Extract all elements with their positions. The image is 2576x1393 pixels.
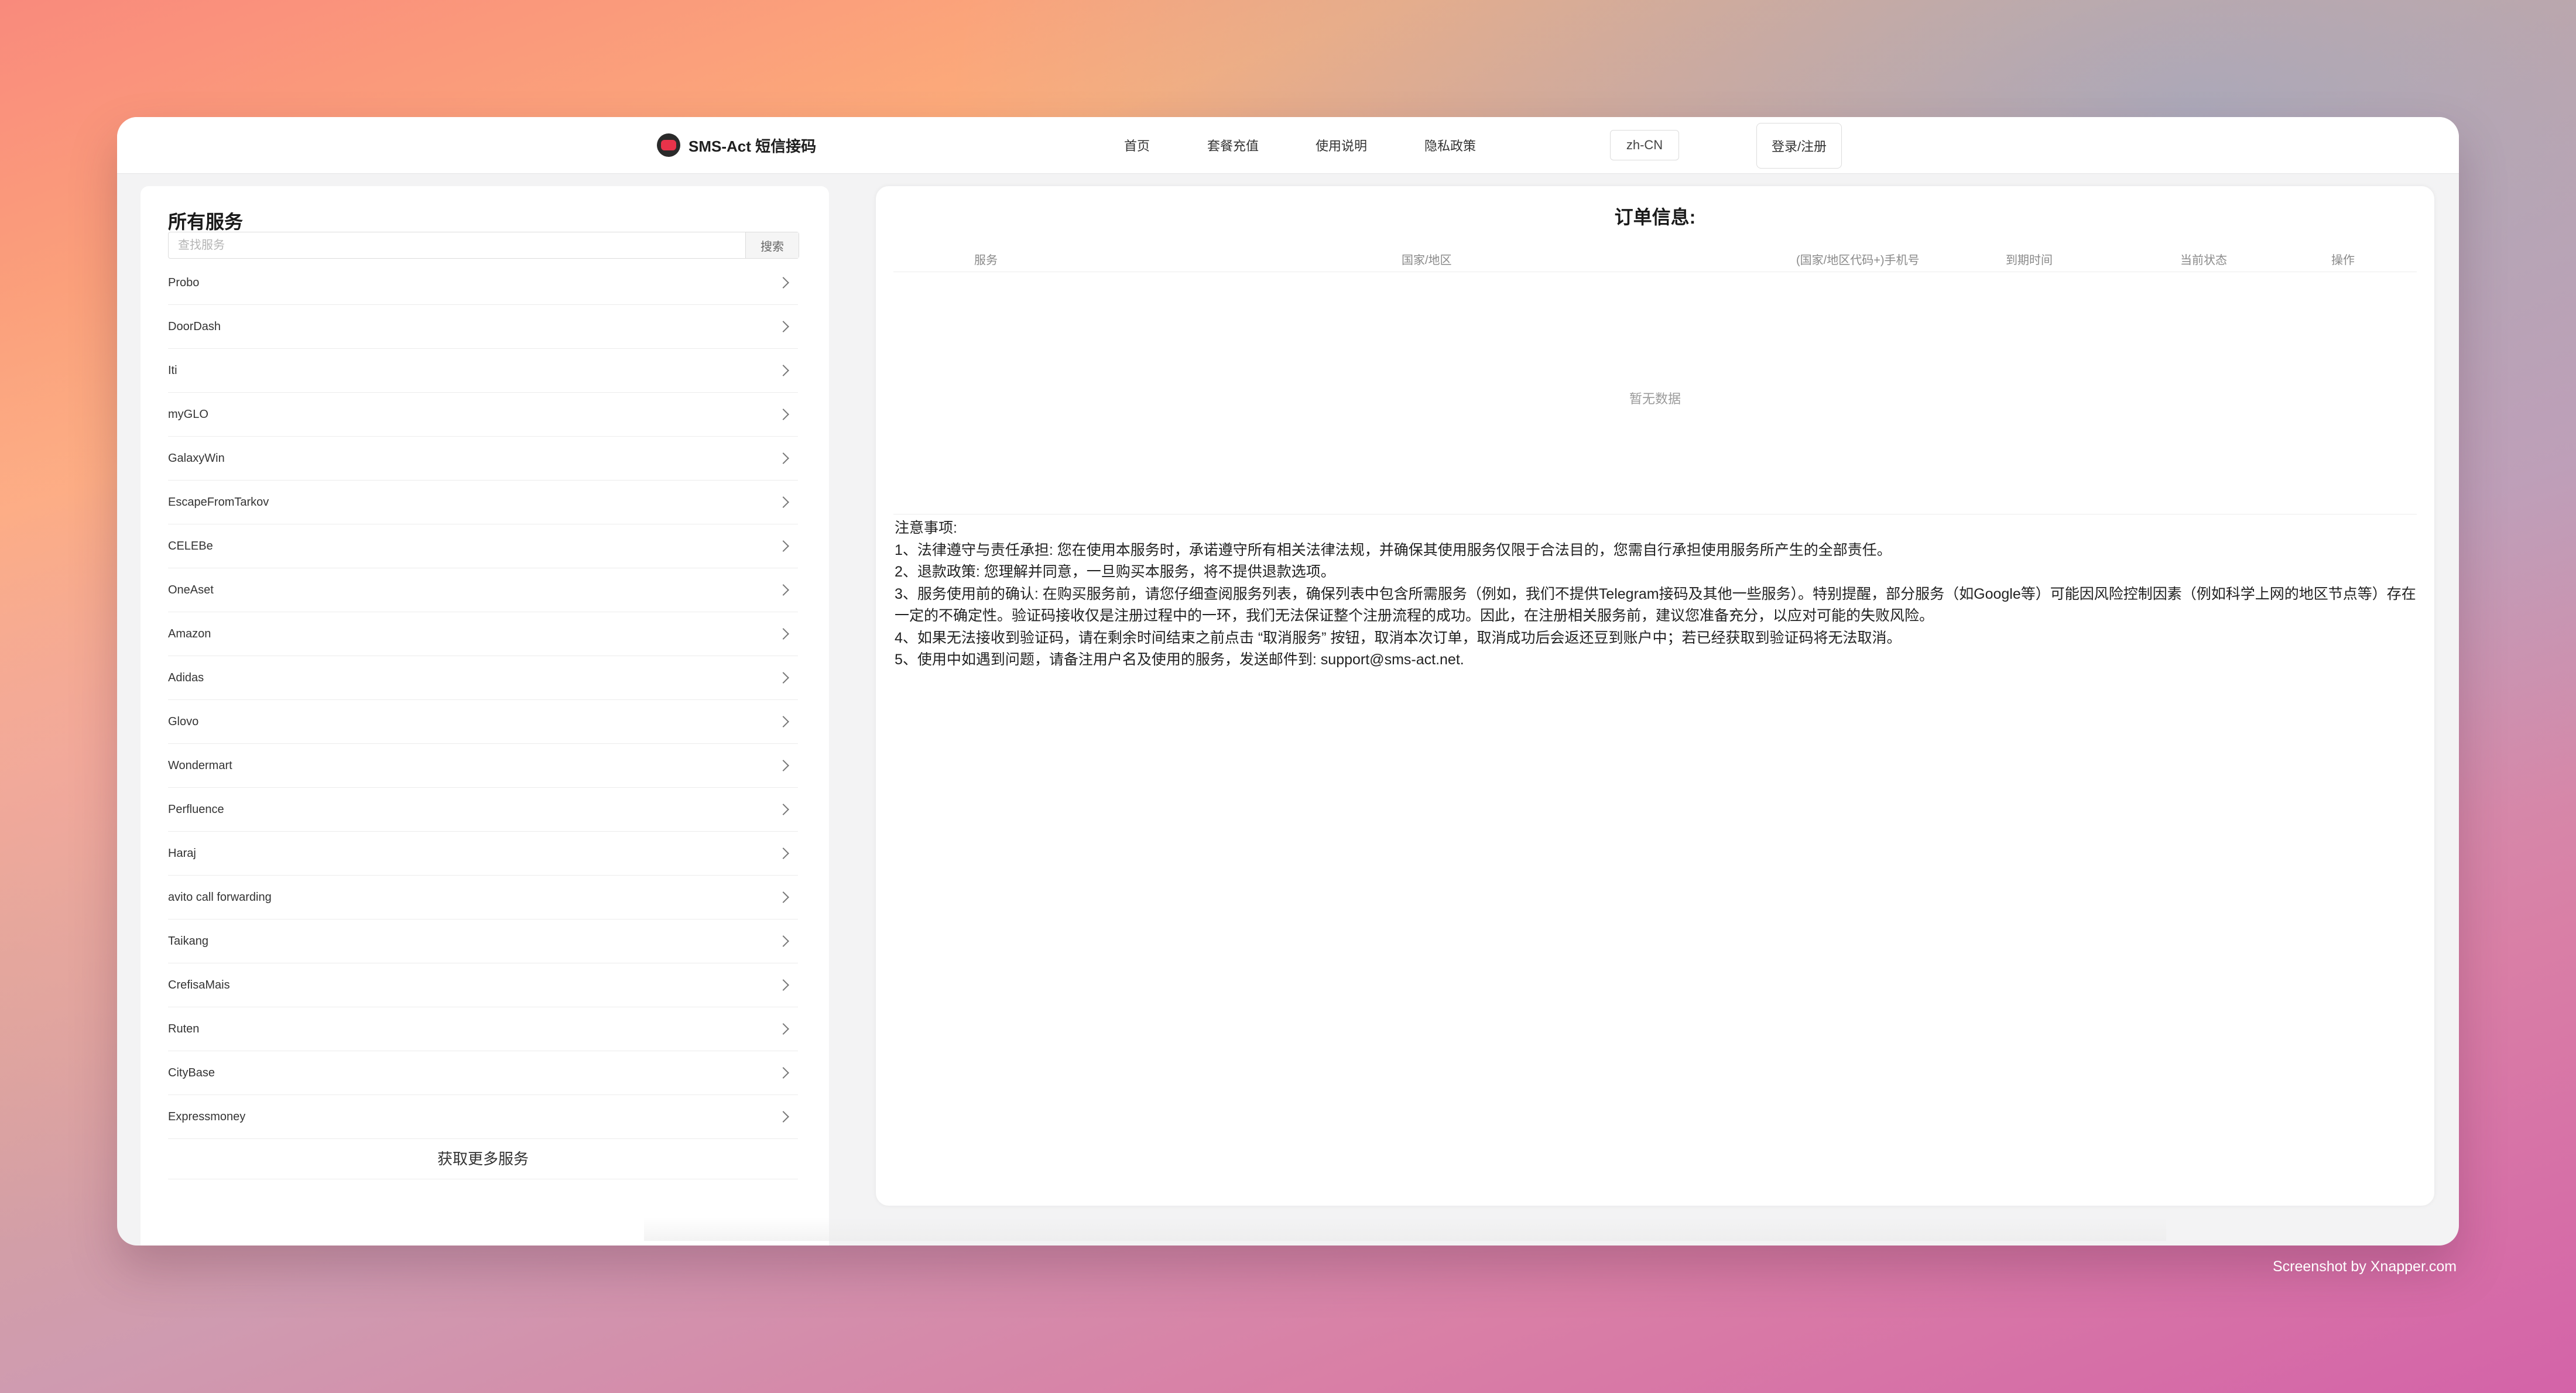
login-register-button[interactable]: 登录/注册	[1756, 123, 1842, 169]
chevron-right-icon	[777, 540, 789, 552]
service-item[interactable]: Taikang	[168, 919, 798, 963]
notice-item-1: 1、法律遵守与责任承担: 您在使用本服务时，承诺遵守所有相关法律法规，并确保其使…	[895, 541, 1892, 558]
orders-panel: 订单信息: 服务 国家/地区 (国家/地区代码+)手机号 到期时间 当前状态 操…	[876, 186, 2434, 1206]
chevron-right-icon	[777, 891, 789, 903]
search-button[interactable]: 搜索	[745, 232, 799, 258]
services-sidebar: 所有服务 搜索 Probo DoorDash Iti myGLO GalaxyWin Es…	[141, 186, 829, 1246]
column-phone: (国家/地区代码+)手机号	[1796, 254, 1920, 267]
service-item-label: DoorDash	[168, 320, 221, 333]
nav-link-guide[interactable]: 使用说明	[1316, 136, 1367, 155]
service-item-label: Haraj	[168, 846, 196, 860]
service-item[interactable]: Adidas	[168, 656, 798, 700]
service-item[interactable]: OneAset	[168, 568, 798, 612]
service-item-label: CrefisaMais	[168, 978, 230, 991]
service-item-label: CELEBe	[168, 539, 213, 553]
service-item[interactable]: Wondermart	[168, 744, 798, 788]
service-item-label: avito call forwarding	[168, 890, 272, 904]
column-expiry: 到期时间	[2006, 254, 2053, 267]
empty-orders-text: 暂无数据	[1629, 392, 1681, 406]
service-item-label: Amazon	[168, 627, 211, 640]
service-item-label: CityBase	[168, 1066, 215, 1079]
chevron-right-icon	[777, 1023, 789, 1035]
service-item-label: GalaxyWin	[168, 451, 225, 465]
language-select[interactable]: zh-CN	[1610, 130, 1679, 160]
chevron-right-icon	[777, 804, 789, 815]
services-title: 所有服务	[168, 211, 244, 232]
service-item[interactable]: EscapeFromTarkov	[168, 481, 798, 524]
top-navbar: SMS-Act 短信接码 首页 套餐充值 使用说明 隐私政策 zh-CN 登录/…	[117, 117, 2459, 174]
service-search: 搜索	[168, 232, 799, 259]
service-list: Probo DoorDash Iti myGLO GalaxyWin EscapeFrom…	[168, 261, 798, 1139]
service-item-label: Glovo	[168, 715, 199, 728]
chevron-right-icon	[777, 935, 789, 947]
orders-title: 订单信息:	[1614, 207, 1696, 228]
chevron-right-icon	[777, 760, 789, 771]
xnapper-watermark: Screenshot by Xnapper.com	[2273, 1258, 2457, 1275]
column-country: 国家/地区	[1402, 254, 1452, 267]
service-item-label: Taikang	[168, 934, 208, 948]
service-item[interactable]: avito call forwarding	[168, 876, 798, 919]
service-item-label: Iti	[168, 363, 177, 377]
chevron-right-icon	[777, 672, 789, 684]
brand-name: SMS-Act 短信接码	[688, 137, 817, 155]
service-item[interactable]: Amazon	[168, 612, 798, 656]
service-item[interactable]: CELEBe	[168, 524, 798, 568]
chevron-right-icon	[777, 452, 789, 464]
notice-item-5: 5、使用中如遇到问题，请备注用户名及使用的服务，发送邮件到: support@s…	[895, 651, 1464, 668]
service-item[interactable]: Probo	[168, 261, 798, 305]
nav-link-home[interactable]: 首页	[1124, 136, 1150, 155]
chevron-right-icon	[777, 496, 789, 508]
service-item[interactable]: Iti	[168, 349, 798, 393]
notice-item-3: 3、服务使用前的确认: 在购买服务前，请您仔细查阅服务列表，确保列表中包含所需服…	[895, 585, 2416, 625]
sms-logo-icon	[657, 133, 680, 157]
chevron-right-icon	[777, 628, 789, 640]
service-item-label: Ruten	[168, 1022, 200, 1035]
chevron-right-icon	[777, 1067, 789, 1079]
service-item[interactable]: Expressmoney	[168, 1095, 798, 1139]
chevron-right-icon	[777, 584, 789, 596]
service-search-input[interactable]	[169, 232, 745, 258]
notice-section: 注意事项: 1、法律遵守与责任承担: 您在使用本服务时，承诺遵守所有相关法律法规…	[895, 517, 2417, 671]
service-item-label: Adidas	[168, 671, 204, 684]
notice-item-2: 2、退款政策: 您理解并同意，一旦购买本服务，将不提供退款选项。	[895, 564, 1335, 580]
load-more-services[interactable]: 获取更多服务	[168, 1137, 798, 1179]
service-item-label: myGLO	[168, 407, 208, 421]
nav-link-recharge[interactable]: 套餐充值	[1207, 136, 1259, 155]
service-item-label: EscapeFromTarkov	[168, 495, 269, 509]
orders-table-header: 服务 国家/地区 (国家/地区代码+)手机号 到期时间 当前状态 操作	[893, 245, 2417, 272]
service-item[interactable]: CrefisaMais	[168, 963, 798, 1007]
chevron-right-icon	[777, 1111, 789, 1123]
bottom-shade	[644, 1217, 2166, 1241]
service-item[interactable]: myGLO	[168, 393, 798, 437]
service-item-label: OneAset	[168, 583, 214, 596]
browser-window: SMS-Act 短信接码 首页 套餐充值 使用说明 隐私政策 zh-CN 登录/…	[117, 117, 2459, 1246]
chevron-right-icon	[777, 979, 789, 991]
chevron-right-icon	[777, 277, 789, 289]
service-item[interactable]: CityBase	[168, 1051, 798, 1095]
nav-link-privacy[interactable]: 隐私政策	[1424, 136, 1476, 155]
service-item[interactable]: DoorDash	[168, 305, 798, 349]
chevron-right-icon	[777, 716, 789, 728]
service-item[interactable]: Glovo	[168, 700, 798, 744]
service-item-label: Expressmoney	[168, 1110, 246, 1123]
chevron-right-icon	[777, 409, 789, 420]
service-item[interactable]: Perfluence	[168, 788, 798, 832]
service-item[interactable]: GalaxyWin	[168, 437, 798, 481]
service-item-label: Perfluence	[168, 802, 224, 816]
column-status: 当前状态	[2180, 254, 2227, 267]
notice-heading: 注意事项:	[895, 520, 957, 536]
chevron-right-icon	[777, 848, 789, 859]
service-item[interactable]: Haraj	[168, 832, 798, 876]
chevron-right-icon	[777, 321, 789, 332]
column-service: 服务	[974, 254, 998, 267]
notice-item-4: 4、如果无法接收到验证码，请在剩余时间结束之前点击 “取消服务” 按钮，取消本次…	[895, 629, 1902, 646]
column-actions: 操作	[2331, 254, 2355, 267]
brand[interactable]: SMS-Act 短信接码	[657, 133, 816, 157]
service-item-label: Probo	[168, 276, 200, 289]
service-item-label: Wondermart	[168, 759, 232, 772]
chevron-right-icon	[777, 365, 789, 376]
service-item[interactable]: Ruten	[168, 1007, 798, 1051]
